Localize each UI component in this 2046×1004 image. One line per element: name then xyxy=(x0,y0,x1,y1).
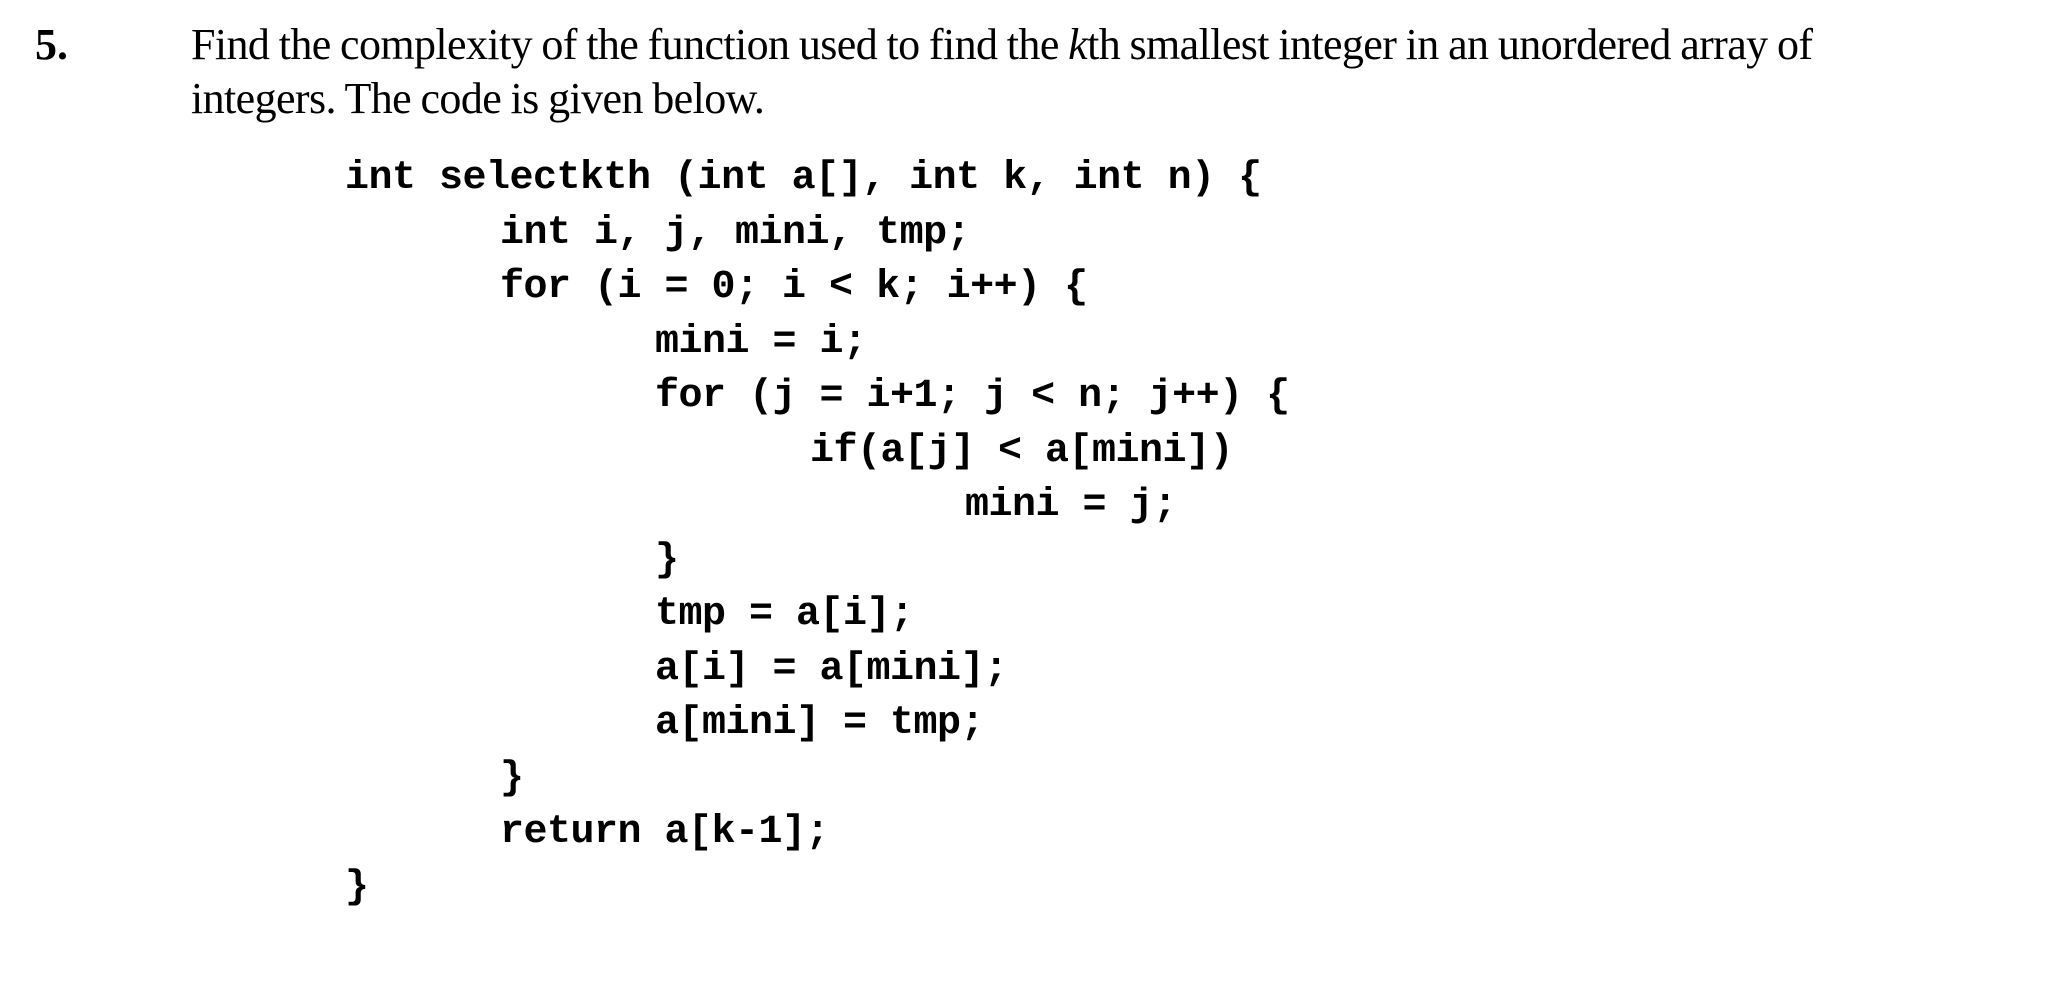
code-line: int i, j, mini, tmp; xyxy=(500,210,971,256)
code-block: int selectkth (int a[], int k, int n) { … xyxy=(345,152,1290,915)
code-line: return a[k-1]; xyxy=(500,810,830,855)
code-line: mini = j; xyxy=(965,483,1177,528)
prompt-variable-k: k xyxy=(1068,20,1088,69)
code-line: } xyxy=(500,755,524,801)
code-line: a[i] = a[mini]; xyxy=(655,646,1008,692)
code-line: for (i = 0; i < k; i++) { xyxy=(500,265,1088,310)
prompt-line-1-start: Find the complexity of the function used… xyxy=(191,20,1069,69)
question-prompt: Find the complexity of the function used… xyxy=(191,18,2021,126)
code-line: } xyxy=(345,864,369,910)
prompt-line-1: Find the complexity of the function used… xyxy=(191,18,2021,72)
code-line: if(a[j] < a[mini]) xyxy=(810,428,1234,474)
question-number: 5. xyxy=(35,20,68,69)
code-line: mini = i; xyxy=(655,319,867,365)
code-line: } xyxy=(655,537,679,583)
code-line: a[mini] = tmp; xyxy=(655,701,985,746)
prompt-line-2: integers. The code is given below. xyxy=(191,74,765,123)
code-line: for (j = i+1; j < n; j++) { xyxy=(655,374,1290,419)
code-line: tmp = a[i]; xyxy=(655,592,914,637)
code-line: int selectkth (int a[], int k, int n) { xyxy=(345,156,1262,201)
prompt-line-1-end: th smallest integer in an unordered arra… xyxy=(1087,20,1813,69)
